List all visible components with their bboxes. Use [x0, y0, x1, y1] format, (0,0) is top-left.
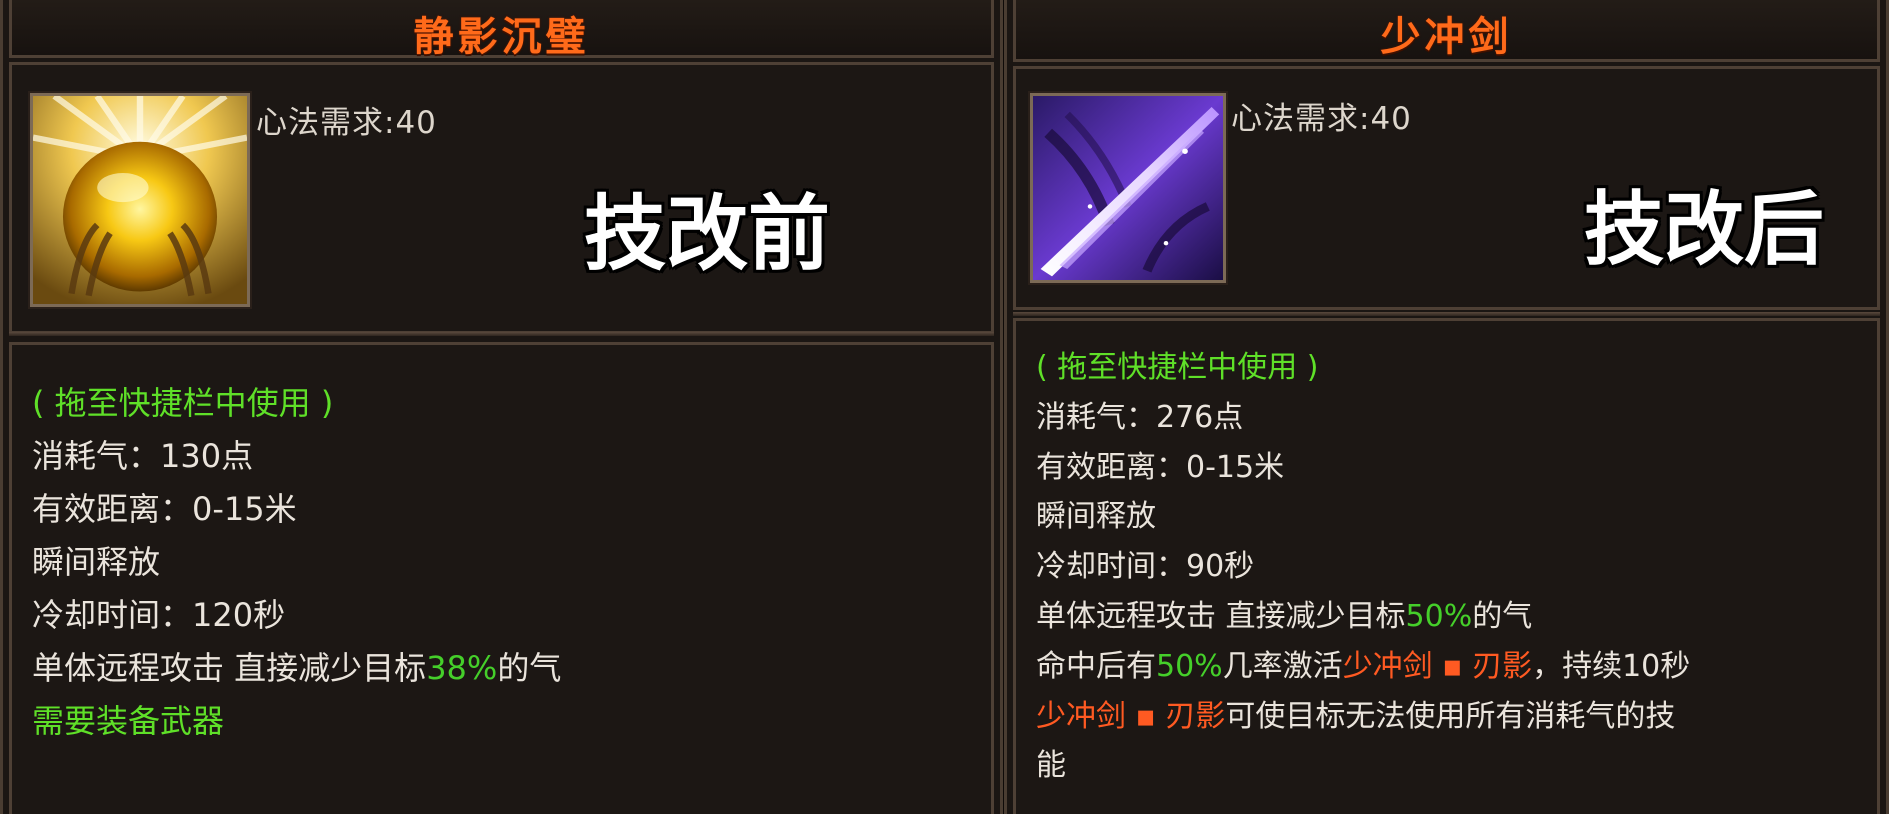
effect-line: 单体远程攻击 直接减少目标38%的气: [32, 642, 971, 695]
cost-line: 消耗气：276点: [1036, 399, 1244, 435]
skill-description: ( 拖至快捷栏中使用 ) 消耗气：276点 有效距离：0-15米 瞬间释放 冷却…: [1013, 318, 1880, 814]
title-bar: 静影沉璧: [9, 0, 994, 60]
cooldown-line: 冷却时间：120秒: [32, 596, 286, 634]
range-line: 有效距离：0-15米: [32, 490, 297, 528]
cost-line: 消耗气：130点: [32, 437, 254, 475]
buff-line: 少冲剑 ▪ 刃影可使目标无法使用所有消耗气的技: [1036, 692, 1857, 742]
proc-chance: 50%: [1156, 648, 1223, 684]
cast-line: 瞬间释放: [1036, 499, 1156, 535]
weapon-requirement: 需要装备武器: [32, 702, 225, 740]
requirement-text: 心法需求:40: [1231, 101, 1412, 137]
effect-prefix: 单体远程攻击 直接减少目标: [32, 649, 427, 687]
effect-suffix: 的气: [1472, 598, 1533, 634]
skill-header: 心法需求:40 技改前: [9, 62, 994, 334]
cooldown-line: 冷却时间：90秒: [1036, 549, 1255, 585]
effect-line: 单体远程攻击 直接减少目标50%的气: [1036, 592, 1857, 642]
buff-desc: 可使目标无法使用所有消耗气的技: [1225, 698, 1676, 734]
proc-suffix: ，持续10秒: [1532, 648, 1691, 684]
skill-tooltip-before: 静影沉璧 心法需求:40 技改前 (拖至快捷栏中使用) 消耗气：130点 有…: [0, 0, 1003, 814]
effect-value: 38%: [426, 649, 498, 687]
range-line: 有效距离：0-15米: [1036, 449, 1285, 485]
proc-mid: 几率激活: [1222, 648, 1343, 684]
skill-title: 少冲剑: [1380, 13, 1513, 60]
buff-line-continued: 能: [1036, 748, 1066, 784]
drag-hint: ( 拖至快捷栏中使用 ): [32, 384, 334, 422]
proc-prefix: 命中后有: [1036, 648, 1156, 684]
skill-tooltip-after: 少冲剑 心法需求:40 技改后 (拖至快捷栏中使用) 消耗气：276点 有效…: [1004, 0, 1889, 814]
divider: [1013, 312, 1880, 316]
before-label: 技改前: [584, 187, 831, 282]
proc-line: 命中后有50%几率激活少冲剑 ▪ 刃影，持续10秒: [1036, 642, 1857, 692]
title-bar: 少冲剑: [1013, 0, 1880, 62]
effect-prefix: 单体远程攻击 直接减少目标: [1036, 598, 1406, 634]
proc-buff-name: 少冲剑 ▪ 刃影: [1342, 648, 1533, 684]
golden-light-orb-icon[interactable]: [30, 93, 250, 307]
cast-line: 瞬间释放: [32, 543, 161, 581]
effect-value: 50%: [1405, 598, 1473, 634]
after-label: 技改后: [1584, 183, 1824, 276]
skill-header: 心法需求:40 技改后: [1013, 66, 1880, 310]
skill-description: ( 拖至快捷栏中使用 ) 消耗气：130点 有效距离：0-15米 瞬间释放 冷却…: [9, 342, 994, 814]
drag-hint: ( 拖至快捷栏中使用 ): [1036, 350, 1319, 385]
effect-suffix: 的气: [497, 649, 562, 687]
divider: [9, 332, 994, 336]
requirement-text: 心法需求:40: [256, 105, 437, 141]
skill-title: 静影沉璧: [413, 13, 590, 60]
purple-sword-slash-icon[interactable]: [1030, 93, 1226, 283]
buff-name: 少冲剑 ▪ 刃影: [1036, 698, 1226, 734]
